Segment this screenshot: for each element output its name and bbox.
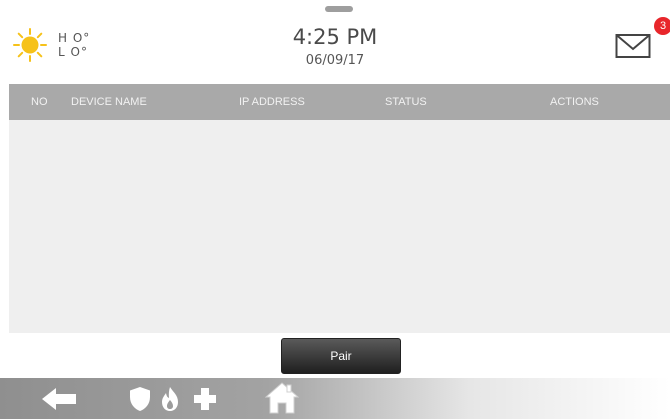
plus-icon[interactable] xyxy=(193,387,217,411)
column-status: STATUS xyxy=(385,96,427,108)
column-ip-address: IP ADDRESS xyxy=(239,96,305,108)
message-count-badge: 3 xyxy=(654,17,670,35)
device-table-header: NO DEVICE NAME IP ADDRESS STATUS ACTIONS xyxy=(9,84,670,120)
flame-icon[interactable] xyxy=(160,386,180,412)
bottom-nav-bar xyxy=(0,378,670,419)
current-date: 06/09/17 xyxy=(305,53,365,68)
column-no: NO xyxy=(31,96,48,108)
clock: 4:25 PM 06/09/17 xyxy=(0,24,670,70)
device-table-body xyxy=(9,120,670,333)
envelope-icon[interactable] xyxy=(615,30,651,60)
current-time: 4:25 PM xyxy=(292,25,378,49)
column-device-name: DEVICE NAME xyxy=(71,96,147,108)
back-arrow-icon[interactable] xyxy=(40,387,78,411)
column-actions: ACTIONS xyxy=(550,96,599,108)
pull-down-handle[interactable] xyxy=(325,6,353,12)
house-icon[interactable] xyxy=(265,382,299,414)
pair-button[interactable]: Pair xyxy=(281,338,401,374)
shield-icon[interactable] xyxy=(129,386,151,412)
pair-button-label: Pair xyxy=(330,349,352,363)
